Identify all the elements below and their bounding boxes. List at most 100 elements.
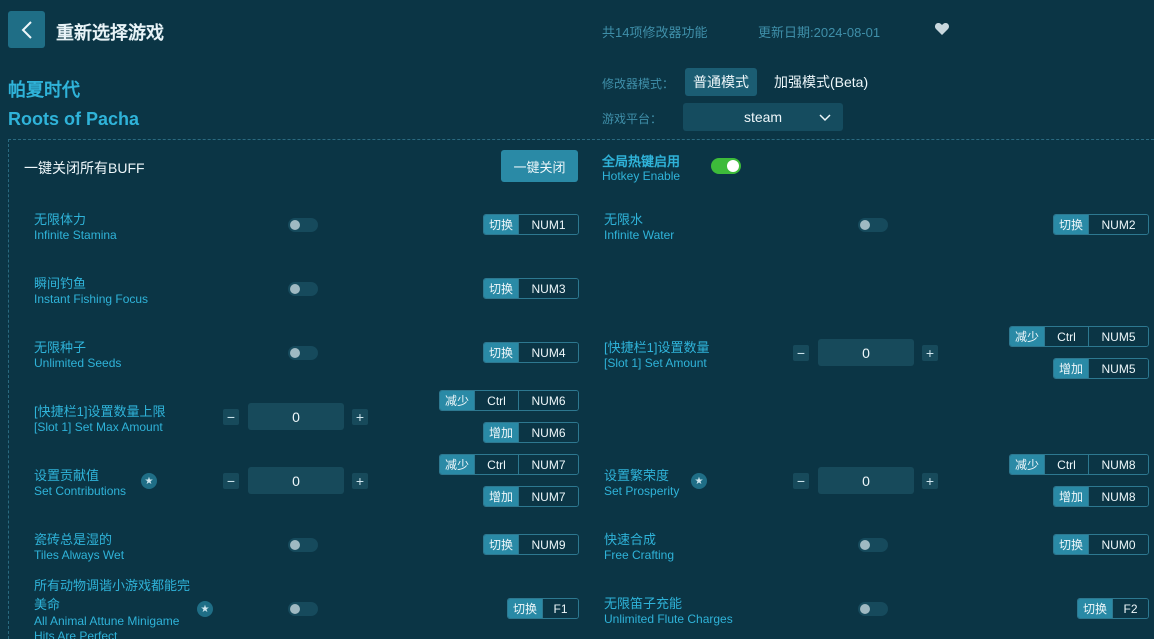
- option-label-en: Unlimited Seeds: [34, 356, 122, 370]
- hotkey-toggle[interactable]: [711, 158, 741, 174]
- hotkey-key: F2: [1112, 599, 1148, 618]
- decrease-tag: 减少: [1010, 327, 1045, 346]
- option-label-en: Set Prosperity: [604, 484, 680, 498]
- hotkey-key: NUM6: [518, 423, 578, 442]
- close-all-buff-button[interactable]: 一键关闭: [501, 150, 578, 182]
- tiles-wet-toggle[interactable]: [288, 538, 318, 552]
- chevron-down-icon: [819, 114, 831, 122]
- hotkey-label-cn: 全局热键启用: [602, 154, 681, 169]
- hotkey-key: NUM0: [1088, 535, 1148, 554]
- option-label-en: [Slot 1] Set Amount: [604, 356, 707, 370]
- hotkey-key: NUM5: [1088, 327, 1148, 346]
- amount-input[interactable]: 0: [818, 467, 914, 494]
- hotkey-tag: 切换: [1054, 215, 1089, 234]
- increment-button[interactable]: +: [352, 473, 368, 489]
- animal-attune-toggle[interactable]: [288, 602, 318, 616]
- option-label-en: Instant Fishing Focus: [34, 292, 149, 306]
- option-label-cn: 所有动物调谐小游戏都能完美命: [34, 578, 191, 612]
- option-label-cn: 设置贡献值: [34, 468, 100, 483]
- hotkey-key: NUM2: [1088, 215, 1148, 234]
- option-label-en: All Animal Attune Minigame Hits Are Perf…: [34, 614, 180, 639]
- decrease-hotkey-button[interactable]: 减少 Ctrl NUM8: [1009, 454, 1149, 475]
- normal-mode-button[interactable]: 普通模式: [685, 68, 757, 96]
- platform-label: 游戏平台：: [602, 112, 663, 126]
- hotkey-key: NUM5: [1088, 359, 1148, 378]
- hotkey-button[interactable]: 切换 NUM0: [1053, 534, 1149, 555]
- increase-hotkey-button[interactable]: 增加 NUM7: [483, 486, 579, 507]
- option-label-cn: 无限笛子充能: [604, 596, 683, 611]
- option-label-cn: [快捷栏1]设置数量: [604, 340, 710, 355]
- amount-input[interactable]: 0: [248, 467, 344, 494]
- platform-select[interactable]: steam: [683, 103, 843, 131]
- option-label-cn: 无限体力: [34, 212, 87, 227]
- hotkey-button[interactable]: 切换 NUM3: [483, 278, 579, 299]
- flute-charges-toggle[interactable]: [858, 602, 888, 616]
- decrease-hotkey-button[interactable]: 减少 Ctrl NUM7: [439, 454, 579, 475]
- increment-button[interactable]: +: [922, 473, 938, 489]
- hotkey-tag: 切换: [484, 535, 519, 554]
- infinite-water-toggle[interactable]: [858, 218, 888, 232]
- update-date: 更新日期:2024-08-01: [758, 25, 881, 40]
- decrement-button[interactable]: −: [223, 473, 239, 489]
- unlimited-seeds-toggle[interactable]: [288, 346, 318, 360]
- increase-hotkey-button[interactable]: 增加 NUM6: [483, 422, 579, 443]
- star-icon: ★: [197, 601, 213, 617]
- option-label-cn: 无限水: [604, 212, 644, 227]
- hotkey-key: NUM7: [518, 455, 578, 474]
- option-label-en: Infinite Water: [604, 228, 675, 242]
- increase-hotkey-button[interactable]: 增加 NUM5: [1053, 358, 1149, 379]
- decrease-hotkey-button[interactable]: 减少 Ctrl NUM6: [439, 390, 579, 411]
- decrement-button[interactable]: −: [793, 473, 809, 489]
- hotkey-button[interactable]: 切换 NUM2: [1053, 214, 1149, 235]
- decrement-button[interactable]: −: [793, 345, 809, 361]
- chevron-left-icon: [21, 20, 32, 39]
- hotkey-key: NUM6: [518, 391, 578, 410]
- increase-hotkey-button[interactable]: 增加 NUM8: [1053, 486, 1149, 507]
- hotkey-key: NUM8: [1088, 455, 1148, 474]
- amount-input[interactable]: 0: [818, 339, 914, 366]
- ctrl-key: Ctrl: [474, 455, 519, 474]
- hotkey-tag: 切换: [1054, 535, 1089, 554]
- options-panel: [8, 139, 1154, 639]
- hotkey-button[interactable]: 切换 NUM1: [483, 214, 579, 235]
- option-label-cn: 设置繁荣度: [604, 468, 670, 483]
- hotkey-tag: 切换: [508, 599, 543, 618]
- enhanced-mode-button[interactable]: 加强模式(Beta): [766, 68, 876, 96]
- decrease-hotkey-button[interactable]: 减少 Ctrl NUM5: [1009, 326, 1149, 347]
- option-label-cn: 瓷砖总是湿的: [34, 532, 113, 547]
- star-icon: ★: [691, 473, 707, 489]
- increment-button[interactable]: +: [922, 345, 938, 361]
- hotkey-button[interactable]: 切换 F2: [1077, 598, 1149, 619]
- hotkey-key: NUM8: [1088, 487, 1148, 506]
- option-label-en: Set Contributions: [34, 484, 127, 498]
- increment-button[interactable]: +: [352, 409, 368, 425]
- option-label-cn: 快速合成: [604, 532, 657, 547]
- free-crafting-toggle[interactable]: [858, 538, 888, 552]
- mode-label: 修改器模式：: [602, 77, 675, 91]
- instant-fishing-toggle[interactable]: [288, 282, 318, 296]
- option-label-cn: [快捷栏1]设置数量上限: [34, 404, 166, 419]
- hotkey-key: NUM3: [518, 279, 578, 298]
- hotkey-key: NUM1: [518, 215, 578, 234]
- option-label-en: Infinite Stamina: [34, 228, 117, 242]
- decrement-button[interactable]: −: [223, 409, 239, 425]
- increase-tag: 增加: [484, 487, 519, 506]
- option-label-en: Tiles Always Wet: [34, 548, 125, 562]
- hotkey-button[interactable]: 切换 NUM4: [483, 342, 579, 363]
- amount-input[interactable]: 0: [248, 403, 344, 430]
- feature-count: 共14项修改器功能: [602, 25, 708, 40]
- ctrl-key: Ctrl: [1044, 327, 1089, 346]
- star-icon: ★: [141, 473, 157, 489]
- game-name-cn: 帕夏时代: [8, 80, 80, 100]
- increase-tag: 增加: [1054, 487, 1089, 506]
- platform-value: steam: [743, 109, 783, 125]
- back-button[interactable]: [8, 11, 45, 48]
- ctrl-key: Ctrl: [474, 391, 519, 410]
- hotkey-button[interactable]: 切换 F1: [507, 598, 579, 619]
- infinite-stamina-toggle[interactable]: [288, 218, 318, 232]
- hotkey-tag: 切换: [484, 279, 519, 298]
- hotkey-key: F1: [542, 599, 578, 618]
- hotkey-button[interactable]: 切换 NUM9: [483, 534, 579, 555]
- favorite-heart-icon[interactable]: [934, 21, 950, 42]
- option-label-cn: 瞬间钓鱼: [34, 276, 87, 291]
